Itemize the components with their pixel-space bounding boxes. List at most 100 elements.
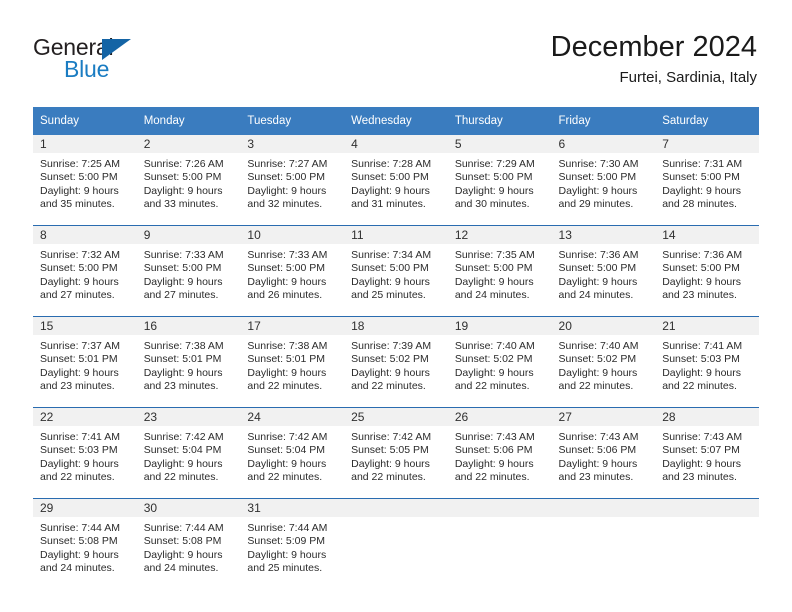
calendar-day-cell[interactable]: 23 Sunrise: 7:42 AM Sunset: 5:04 PM Dayligh… (136, 407, 241, 499)
daylight-text-line1: Daylight: 9 hours (558, 184, 638, 197)
calendar-day-cell[interactable]: 30 Sunrise: 7:44 AM Sunset: 5:08 PM Dayligh… (136, 498, 241, 589)
general-blue-logo[interactable]: General Blue (33, 34, 243, 88)
daylight-text-line1: Daylight: 9 hours (454, 275, 534, 288)
day-number: 8 (33, 226, 137, 244)
calendar-day-cell[interactable]: 16 Sunrise: 7:38 AM Sunset: 5:01 PM Dayligh… (136, 316, 241, 408)
sunset-text: Sunset: 5:00 PM (662, 262, 740, 275)
calendar-day-cell[interactable]: 26 Sunrise: 7:43 AM Sunset: 5:06 PM Dayligh… (447, 407, 552, 499)
calendar-day-cell[interactable]: 15 Sunrise: 7:37 AM Sunset: 5:01 PM Dayligh… (33, 316, 137, 408)
calendar-day-cell[interactable]: 13 Sunrise: 7:36 AM Sunset: 5:00 PM Dayligh… (551, 225, 656, 317)
calendar-day-cell[interactable]: 8 Sunrise: 7:32 AM Sunset: 5:00 PM Daylight… (33, 225, 137, 317)
day-number: 5 (447, 135, 552, 153)
calendar-day-cell[interactable]: 10 Sunrise: 7:33 AM Sunset: 5:00 PM Dayligh… (240, 225, 345, 317)
daylight-text-line1: Daylight: 9 hours (143, 184, 223, 197)
sunset-text: Sunset: 5:04 PM (247, 444, 326, 457)
daylight-text-line2: and 23 minutes. (558, 471, 634, 484)
day-number: 27 (551, 408, 656, 426)
calendar-day-cell[interactable]: 21 Sunrise: 7:41 AM Sunset: 5:03 PM Dayligh… (655, 316, 759, 408)
sunset-text: Sunset: 5:00 PM (247, 262, 326, 275)
sunrise-text: Sunrise: 7:36 AM (558, 249, 639, 261)
day-details: Sunrise: 7:44 AM Sunset: 5:08 PM Daylight:… (137, 517, 241, 576)
day-number: 10 (240, 226, 345, 244)
day-cell-inner: 15 Sunrise: 7:37 AM Sunset: 5:01 PM Dayligh… (33, 317, 137, 407)
calendar-day-cell[interactable]: 22 Sunrise: 7:41 AM Sunset: 5:03 PM Dayligh… (33, 407, 137, 499)
day-details: Sunrise: 7:26 AM Sunset: 5:00 PM Daylight:… (137, 153, 241, 212)
daylight-text-line1: Daylight: 9 hours (662, 366, 742, 379)
sunset-text: Sunset: 5:02 PM (351, 353, 429, 366)
daylight-text-line1: Daylight: 9 hours (662, 184, 742, 197)
sunset-text: Sunset: 5:02 PM (454, 353, 533, 366)
day-details: Sunrise: 7:44 AM Sunset: 5:08 PM Daylight:… (33, 517, 137, 576)
sunset-text: Sunset: 5:00 PM (40, 262, 118, 275)
calendar-day-cell[interactable]: 14 Sunrise: 7:36 AM Sunset: 5:00 PM Dayligh… (655, 225, 759, 317)
sunrise-text: Sunrise: 7:41 AM (662, 340, 743, 352)
calendar-day-cell[interactable]: 1 Sunrise: 7:25 AM Sunset: 5:00 PM Daylight… (33, 135, 137, 226)
daylight-text-line1: Daylight: 9 hours (558, 366, 638, 379)
sunrise-text: Sunrise: 7:30 AM (558, 158, 639, 170)
sunrise-text: Sunrise: 7:29 AM (454, 158, 535, 170)
calendar-day-cell[interactable]: 28 Sunrise: 7:43 AM Sunset: 5:07 PM Dayligh… (655, 407, 759, 499)
calendar-day-cell[interactable]: 4 Sunrise: 7:28 AM Sunset: 5:00 PM Daylight… (344, 135, 448, 226)
weekday-header-saturday: Saturday (655, 107, 759, 135)
calendar-day-cell[interactable]: 5 Sunrise: 7:29 AM Sunset: 5:00 PM Daylight… (447, 135, 552, 226)
daylight-text-line1: Daylight: 9 hours (143, 275, 223, 288)
day-cell-inner: 25 Sunrise: 7:42 AM Sunset: 5:05 PM Dayligh… (344, 408, 448, 498)
day-details: Sunrise: 7:36 AM Sunset: 5:00 PM Daylight:… (552, 244, 656, 303)
sunset-text: Sunset: 5:08 PM (40, 535, 118, 548)
calendar-day-cell[interactable]: 2 Sunrise: 7:26 AM Sunset: 5:00 PM Daylight… (136, 135, 241, 226)
day-number: 20 (551, 317, 656, 335)
daylight-text-line1: Daylight: 9 hours (351, 457, 430, 470)
calendar-day-cell[interactable]: 20 Sunrise: 7:40 AM Sunset: 5:02 PM Dayligh… (551, 316, 656, 408)
calendar-day-cell[interactable]: 19 Sunrise: 7:40 AM Sunset: 5:02 PM Dayligh… (447, 316, 552, 408)
day-number: 19 (447, 317, 552, 335)
sunrise-text: Sunrise: 7:31 AM (662, 158, 743, 170)
sunrise-text: Sunrise: 7:42 AM (351, 431, 432, 443)
daylight-text-line1: Daylight: 9 hours (40, 548, 119, 561)
calendar-day-cell[interactable]: 12 Sunrise: 7:35 AM Sunset: 5:00 PM Dayligh… (447, 225, 552, 317)
day-details: Sunrise: 7:37 AM Sunset: 5:01 PM Daylight:… (33, 335, 137, 394)
calendar-day-cell[interactable]: 9 Sunrise: 7:33 AM Sunset: 5:00 PM Daylight… (136, 225, 241, 317)
daylight-text-line1: Daylight: 9 hours (247, 366, 327, 379)
sunset-text: Sunset: 5:01 PM (143, 353, 222, 366)
sunrise-text: Sunrise: 7:38 AM (143, 340, 224, 352)
calendar-day-cell[interactable]: 7 Sunrise: 7:31 AM Sunset: 5:00 PM Daylight… (655, 135, 759, 226)
calendar-day-cell[interactable]: 27 Sunrise: 7:43 AM Sunset: 5:06 PM Dayligh… (551, 407, 656, 499)
sunrise-text: Sunrise: 7:25 AM (40, 158, 120, 170)
daylight-text-line2: and 25 minutes. (247, 562, 323, 575)
calendar-day-cell[interactable]: 11 Sunrise: 7:34 AM Sunset: 5:00 PM Dayligh… (344, 225, 448, 317)
calendar-empty-cell (344, 498, 448, 589)
sunrise-text: Sunrise: 7:33 AM (247, 249, 328, 261)
day-cell-inner: 9 Sunrise: 7:33 AM Sunset: 5:00 PM Daylight… (136, 226, 241, 316)
calendar-day-cell[interactable]: 17 Sunrise: 7:38 AM Sunset: 5:01 PM Dayligh… (240, 316, 345, 408)
sunrise-text: Sunrise: 7:26 AM (143, 158, 224, 170)
day-details: Sunrise: 7:41 AM Sunset: 5:03 PM Daylight:… (655, 335, 759, 394)
sunrise-text: Sunrise: 7:44 AM (40, 522, 120, 534)
daylight-text-line2: and 24 minutes. (558, 289, 634, 302)
calendar-day-cell[interactable]: 24 Sunrise: 7:42 AM Sunset: 5:04 PM Dayligh… (240, 407, 345, 499)
daylight-text-line2: and 24 minutes. (40, 562, 115, 575)
day-details: Sunrise: 7:28 AM Sunset: 5:00 PM Daylight:… (344, 153, 448, 212)
sunrise-text: Sunrise: 7:28 AM (351, 158, 432, 170)
day-cell-inner: 10 Sunrise: 7:33 AM Sunset: 5:00 PM Dayligh… (240, 226, 345, 316)
day-cell-inner (344, 499, 448, 589)
day-cell-inner: 12 Sunrise: 7:35 AM Sunset: 5:00 PM Dayligh… (447, 226, 552, 316)
calendar-day-cell[interactable]: 31 Sunrise: 7:44 AM Sunset: 5:09 PM Dayligh… (240, 498, 345, 589)
calendar-day-cell[interactable]: 29 Sunrise: 7:44 AM Sunset: 5:08 PM Dayligh… (33, 498, 137, 589)
sunset-text: Sunset: 5:00 PM (40, 171, 118, 184)
weekday-header-row: Sunday Monday Tuesday Wednesday Thursday… (33, 107, 759, 135)
day-number: 2 (136, 135, 241, 153)
day-cell-inner: 16 Sunrise: 7:38 AM Sunset: 5:01 PM Dayligh… (136, 317, 241, 407)
weekday-header-wednesday: Wednesday (344, 107, 448, 135)
daylight-text-line2: and 26 minutes. (247, 289, 323, 302)
calendar-day-cell[interactable]: 25 Sunrise: 7:42 AM Sunset: 5:05 PM Dayligh… (344, 407, 448, 499)
day-details: Sunrise: 7:42 AM Sunset: 5:04 PM Daylight:… (240, 426, 344, 485)
calendar-day-cell[interactable]: 6 Sunrise: 7:30 AM Sunset: 5:00 PM Daylight… (551, 135, 656, 226)
day-cell-inner: 14 Sunrise: 7:36 AM Sunset: 5:00 PM Dayligh… (655, 226, 759, 316)
sunset-text: Sunset: 5:04 PM (143, 444, 222, 457)
calendar-day-cell[interactable]: 18 Sunrise: 7:39 AM Sunset: 5:02 PM Dayligh… (344, 316, 448, 408)
weekday-header-friday: Friday (551, 107, 656, 135)
day-number: 18 (344, 317, 448, 335)
sunset-text: Sunset: 5:05 PM (351, 444, 429, 457)
calendar-body: 1 Sunrise: 7:25 AM Sunset: 5:00 PM Daylight… (33, 135, 759, 589)
calendar-day-cell[interactable]: 3 Sunrise: 7:27 AM Sunset: 5:00 PM Daylight… (240, 135, 345, 226)
